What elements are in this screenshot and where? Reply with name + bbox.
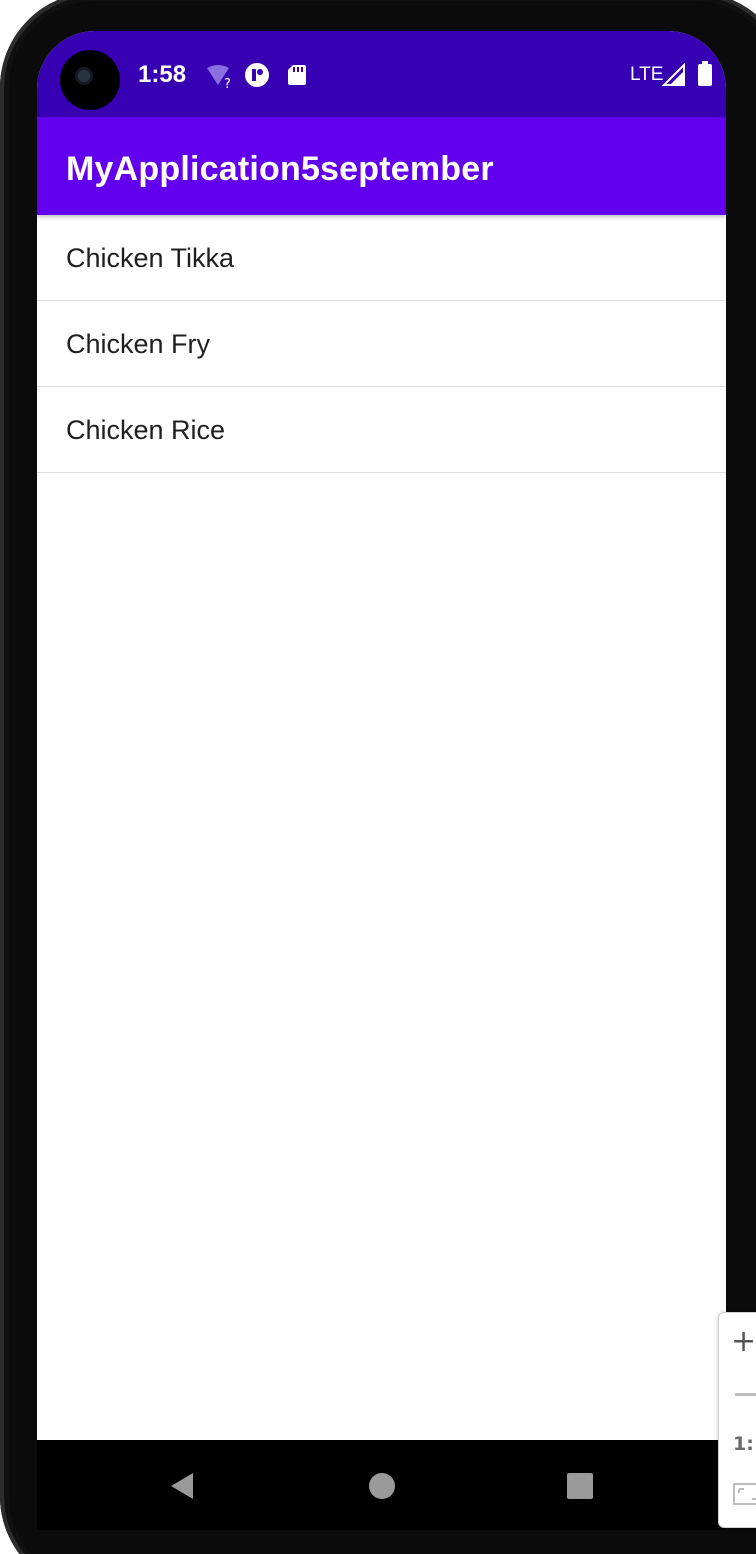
zoom-level-button[interactable]: 1:1 bbox=[733, 1433, 756, 1455]
app-title: MyApplication5september bbox=[66, 150, 494, 188]
recents-icon[interactable] bbox=[562, 1468, 598, 1504]
list-item-chicken-fry[interactable]: Chicken Fry bbox=[37, 301, 726, 387]
device-screen: 1:58 ? LTE MyApplication5september Chick… bbox=[37, 31, 726, 1440]
emulator-stage: 1:58 ? LTE MyApplication5september Chick… bbox=[0, 0, 756, 1554]
app-toolbar: MyApplication5september bbox=[37, 117, 726, 215]
battery-icon bbox=[697, 61, 713, 92]
svg-text:?: ? bbox=[224, 77, 231, 89]
system-navigation-bar bbox=[37, 1440, 726, 1530]
zoom-out-button[interactable] bbox=[735, 1393, 756, 1396]
status-time: 1:58 bbox=[138, 61, 187, 88]
signal-icon bbox=[661, 62, 686, 92]
back-icon[interactable] bbox=[165, 1468, 201, 1504]
sd-card-icon bbox=[287, 63, 307, 92]
status-bar: 1:58 ? LTE bbox=[37, 31, 726, 117]
list-item-label: Chicken Rice bbox=[66, 415, 226, 445]
front-camera-cutout bbox=[60, 50, 120, 110]
wifi-unknown-icon: ? bbox=[205, 65, 237, 94]
list-item-label: Chicken Fry bbox=[66, 329, 211, 359]
network-type-label: LTE bbox=[630, 64, 664, 85]
list-item-chicken-rice[interactable]: Chicken Rice bbox=[37, 387, 726, 473]
emulator-zoom-panel: + 1:1 bbox=[718, 1312, 756, 1528]
zoom-in-button[interactable]: + bbox=[731, 1327, 756, 1357]
food-list[interactable]: Chicken Tikka Chicken Fry Chicken Rice bbox=[37, 215, 726, 473]
list-item-label: Chicken Tikka bbox=[66, 243, 235, 273]
list-item-chicken-tikka[interactable]: Chicken Tikka bbox=[37, 215, 726, 301]
fit-screen-icon[interactable] bbox=[733, 1483, 756, 1509]
home-icon[interactable] bbox=[364, 1468, 400, 1504]
data-saver-icon bbox=[244, 62, 270, 93]
